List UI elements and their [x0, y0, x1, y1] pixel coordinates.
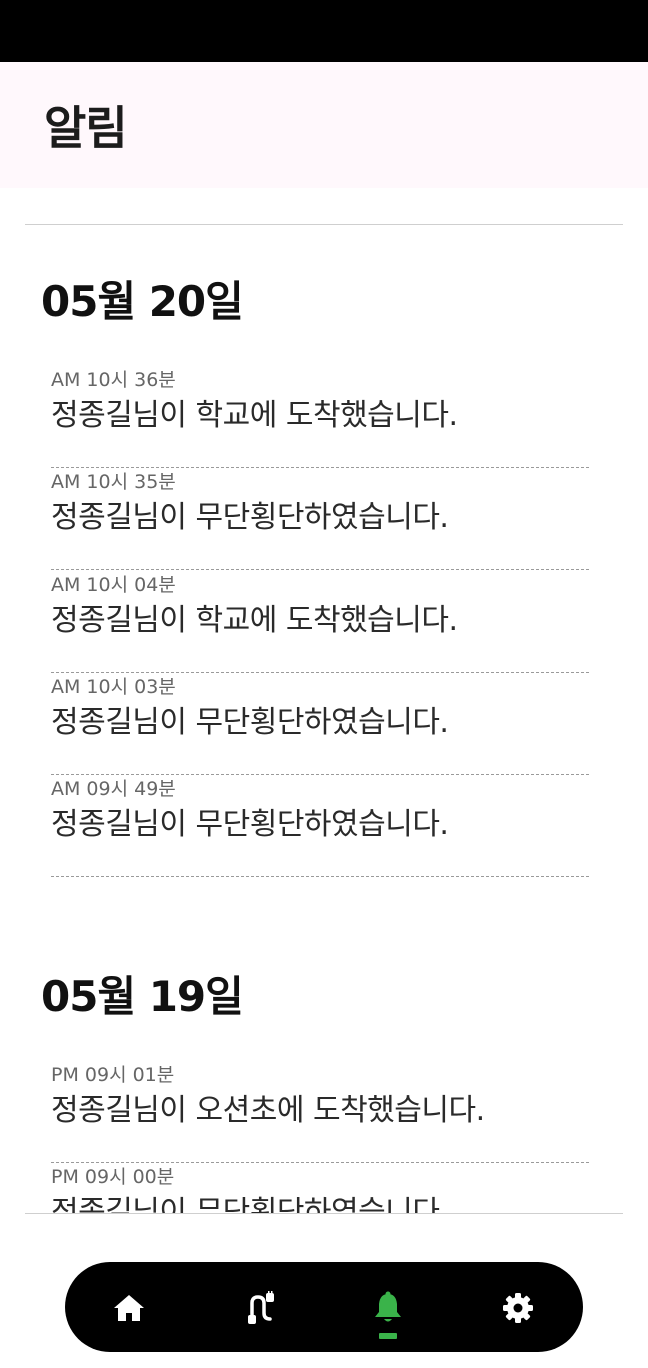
notification-time: AM 10시 36분 — [51, 369, 176, 391]
nav-notifications-button[interactable] — [364, 1284, 412, 1332]
notification-message: 정종길님이 오션초에 도착했습니다. — [51, 1093, 485, 1128]
header: 알림 — [0, 62, 648, 188]
date-heading: 05월 19일 — [41, 972, 244, 1021]
notification-item[interactable]: AM 09시 49분 정종길님이 무단횡단하였습니다. — [51, 774, 589, 877]
bottom-divider — [25, 1213, 623, 1214]
notification-time: AM 09시 49분 — [51, 778, 176, 800]
bottom-nav — [65, 1262, 583, 1352]
notification-message: 정종길님이 학교에 도착했습니다. — [51, 398, 458, 433]
notification-item[interactable]: AM 10시 36분 정종길님이 학교에 도착했습니다. — [51, 365, 589, 468]
notification-time: AM 10시 04분 — [51, 574, 176, 596]
notification-item[interactable]: AM 10시 04분 정종길님이 학교에 도착했습니다. — [51, 570, 589, 673]
notification-time: AM 10시 35분 — [51, 471, 176, 493]
notification-time: AM 10시 03분 — [51, 676, 176, 698]
notification-list[interactable]: 05월 20일 AM 10시 36분 정종길님이 학교에 도착했습니다. AM … — [0, 225, 648, 1213]
notification-item[interactable]: PM 09시 00분 정종길님이 무단횡단하였습니다. — [51, 1162, 589, 1213]
notification-message: 정종길님이 무단횡단하였습니다. — [51, 500, 449, 535]
bell-icon — [375, 1291, 401, 1322]
active-nav-indicator — [379, 1333, 397, 1339]
status-bar — [0, 0, 648, 62]
route-icon — [248, 1291, 274, 1324]
notification-item[interactable]: PM 09시 01분 정종길님이 오션초에 도착했습니다. — [51, 1060, 589, 1163]
notification-time: PM 09시 00분 — [51, 1166, 175, 1188]
nav-route-button[interactable] — [235, 1284, 283, 1332]
notification-message: 정종길님이 학교에 도착했습니다. — [51, 603, 458, 638]
notification-message: 정종길님이 무단횡단하였습니다. — [51, 807, 449, 842]
notification-time: PM 09시 01분 — [51, 1064, 175, 1086]
notification-message: 정종길님이 무단횡단하였습니다. — [51, 1195, 449, 1213]
page-title: 알림 — [44, 101, 128, 155]
notification-item[interactable]: AM 10시 35분 정종길님이 무단횡단하였습니다. — [51, 467, 589, 570]
home-icon — [114, 1295, 144, 1321]
date-heading: 05월 20일 — [41, 277, 244, 326]
notification-message: 정종길님이 무단횡단하였습니다. — [51, 705, 449, 740]
nav-home-button[interactable] — [105, 1284, 153, 1332]
notification-item[interactable]: AM 10시 03분 정종길님이 무단횡단하였습니다. — [51, 672, 589, 775]
nav-settings-button[interactable] — [494, 1284, 542, 1332]
gear-icon — [503, 1293, 533, 1323]
